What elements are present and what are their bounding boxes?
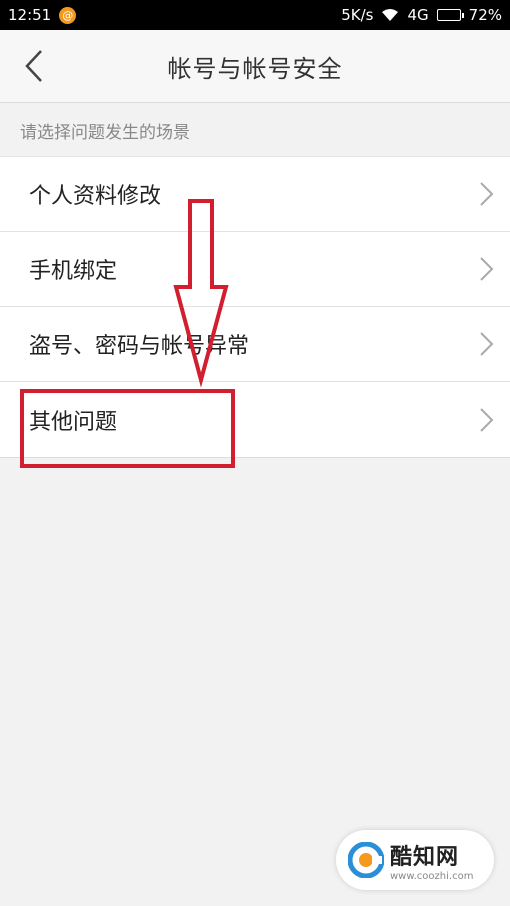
list-item-label: 个人资料修改 [29, 184, 162, 209]
coozhi-logo-icon [347, 841, 385, 879]
status-right: 5K/s 4G 72% [341, 6, 502, 24]
list-item-other-issues[interactable]: 其他问题 [0, 382, 510, 457]
list-item-label: 手机绑定 [29, 259, 118, 284]
back-button[interactable] [14, 46, 54, 86]
list-item-label: 盗号、密码与帐号异常 [29, 334, 250, 359]
at-sign-icon: @ [59, 6, 77, 24]
status-left: 12:51 @ [8, 6, 77, 24]
chevron-right-icon [478, 256, 498, 282]
list-item-account-anomaly[interactable]: 盗号、密码与帐号异常 [0, 307, 510, 382]
network-type: 4G [407, 6, 429, 24]
watermark-text: 酷知网 www.coozhi.com [390, 839, 473, 882]
chevron-right-icon [478, 407, 498, 433]
status-time: 12:51 [8, 6, 52, 24]
wifi-icon [382, 9, 399, 21]
list-item-label: 其他问题 [29, 409, 118, 435]
network-speed: 5K/s [341, 6, 374, 24]
chevron-right-icon [478, 331, 498, 357]
watermark-url: www.coozhi.com [390, 870, 474, 882]
battery-icon [436, 9, 464, 21]
watermark: 酷知网 www.coozhi.com [336, 830, 494, 890]
page-title: 帐号与帐号安全 [167, 54, 343, 83]
watermark-name: 酷知网 [390, 844, 460, 870]
header: 帐号与帐号安全 [0, 30, 510, 103]
chevron-left-icon [25, 50, 42, 82]
chevron-right-icon [478, 181, 498, 207]
list-item-phone-binding[interactable]: 手机绑定 [0, 232, 510, 307]
battery-percent: 72% [468, 6, 502, 24]
status-bar: 12:51 @ 5K/s 4G 72% [0, 0, 510, 30]
section-hint: 请选择问题发生的场景 [20, 122, 190, 143]
list-item-profile-edit[interactable]: 个人资料修改 [0, 157, 510, 232]
scene-list: 个人资料修改 手机绑定 盗号、密码与帐号异常 其他问题 [0, 156, 510, 458]
